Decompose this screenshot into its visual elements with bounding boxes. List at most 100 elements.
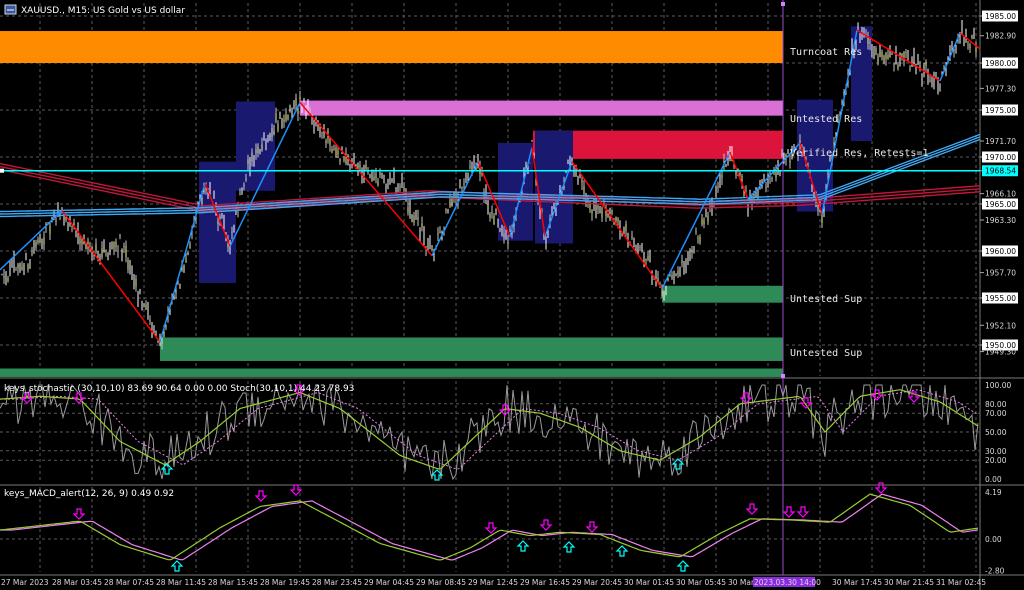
candle-body <box>231 231 233 233</box>
candle-body <box>645 258 647 260</box>
price-line-handle[interactable] <box>0 168 4 173</box>
candle-body <box>243 184 245 186</box>
candle-body <box>591 209 593 214</box>
candle-body <box>491 212 493 214</box>
candle-body <box>617 218 619 222</box>
candle-body <box>789 160 791 163</box>
candle-body <box>909 68 911 70</box>
candle-body <box>897 64 899 69</box>
candle-body <box>437 233 439 235</box>
candle-body <box>905 52 907 54</box>
candle-body <box>413 215 415 223</box>
candle-body <box>245 178 247 180</box>
candle-body <box>273 131 275 134</box>
cursor-handle[interactable] <box>781 2 785 6</box>
candle-body <box>105 249 107 252</box>
candle-body <box>753 194 755 197</box>
candle-body <box>869 42 871 44</box>
candle-body <box>739 172 741 175</box>
range-box <box>498 142 533 241</box>
candle-body <box>55 220 57 222</box>
candle-body <box>367 171 369 173</box>
candle-body <box>881 51 883 58</box>
time-tick-label: 30 Mar 01:45 <box>624 578 674 587</box>
candle-body <box>639 246 641 248</box>
candle-body <box>271 127 273 138</box>
candle-body <box>339 159 341 162</box>
candle-body <box>295 97 297 106</box>
candle-body <box>581 180 583 183</box>
candle-body <box>135 278 137 287</box>
candle-body <box>247 159 249 165</box>
candle-body <box>661 290 663 296</box>
candle-body <box>615 216 617 222</box>
price-tick-label: 1975.00 <box>985 106 1016 115</box>
time-tick-label: 28 Mar 19:45 <box>260 578 310 587</box>
stoch-level-label: 0.00 <box>985 475 1002 484</box>
zone-untested-sup-1 <box>662 285 783 303</box>
time-tick-label: 30 Mar 21:45 <box>884 578 934 587</box>
candle-body <box>887 54 889 59</box>
candle-body <box>967 44 969 46</box>
stoch-level-label: 50.00 <box>985 428 1007 437</box>
candle-body <box>37 239 39 243</box>
stochastic-label: keys_stochastic (30,10,10) 83.69 90.64 0… <box>4 384 354 394</box>
time-tick-label: 29 Mar 08:45 <box>416 578 466 587</box>
time-tick-label: 28 Mar 15:45 <box>208 578 258 587</box>
candle-body <box>589 203 591 210</box>
candle-body <box>321 131 323 133</box>
candle-body <box>149 319 151 322</box>
candle-body <box>969 44 971 49</box>
candle-body <box>59 213 61 215</box>
candle-body <box>671 274 673 279</box>
candle-body <box>463 183 465 185</box>
candle-body <box>277 123 279 131</box>
candle-body <box>31 253 33 255</box>
candle-body <box>439 231 441 233</box>
price-tick-label: 1952.10 <box>985 321 1016 330</box>
candle-body <box>503 233 505 239</box>
zone-untested-res <box>300 100 783 116</box>
candle-body <box>257 146 259 153</box>
candle-body <box>15 269 17 271</box>
candle-body <box>929 80 931 82</box>
candle-body <box>499 228 501 232</box>
candle-body <box>445 209 447 211</box>
macd-label: keys_MACD_alert(12, 26, 9) 0.49 0.92 <box>4 489 174 499</box>
candle-body <box>601 207 603 218</box>
candle-body <box>335 147 337 157</box>
candle-body <box>943 66 945 68</box>
macd-level-label: -2.80 <box>985 566 1005 575</box>
zone-label-verified-res: Verified Res, Retests=1 <box>790 148 928 159</box>
time-axis: 27 Mar 2023 28 Mar 03:45 28 Mar 07:45 28 Ma… <box>1 577 986 587</box>
candle-body <box>251 152 253 162</box>
candle-body <box>489 214 491 218</box>
candle-body <box>255 149 257 154</box>
trading-chart[interactable]: Turncoat Res Untested Res Verified Res, … <box>0 0 1024 590</box>
candle-body <box>407 207 409 213</box>
candle-body <box>875 48 877 55</box>
candle-body <box>165 326 167 328</box>
symbol-label: XAUUSD., M15: US Gold vs US dollar <box>21 6 185 16</box>
candle-body <box>461 186 463 188</box>
candle-body <box>625 223 627 232</box>
candle-body <box>49 225 51 235</box>
candle-body <box>833 142 835 145</box>
candle-body <box>841 101 843 103</box>
time-tick-label: 30 Mar 17:45 <box>832 578 882 587</box>
candle-body <box>971 35 973 39</box>
candle-body <box>403 187 405 192</box>
price-tick-label: 1968.54 <box>985 167 1016 176</box>
candle-body <box>891 53 893 55</box>
zone-label-untested-res: Untested Res <box>790 114 862 125</box>
zone-untested-sup-base <box>0 368 783 377</box>
candle-body <box>721 174 723 178</box>
cursor-handle[interactable] <box>781 374 785 378</box>
candle-body <box>631 236 633 238</box>
stoch-level-label: 100.00 <box>985 381 1011 390</box>
time-tick-label: 28 Mar 03:45 <box>52 578 102 587</box>
candle-body <box>597 205 599 210</box>
candle-body <box>583 186 585 194</box>
candle-body <box>877 56 879 63</box>
stoch-level-label: 70.00 <box>985 409 1007 418</box>
